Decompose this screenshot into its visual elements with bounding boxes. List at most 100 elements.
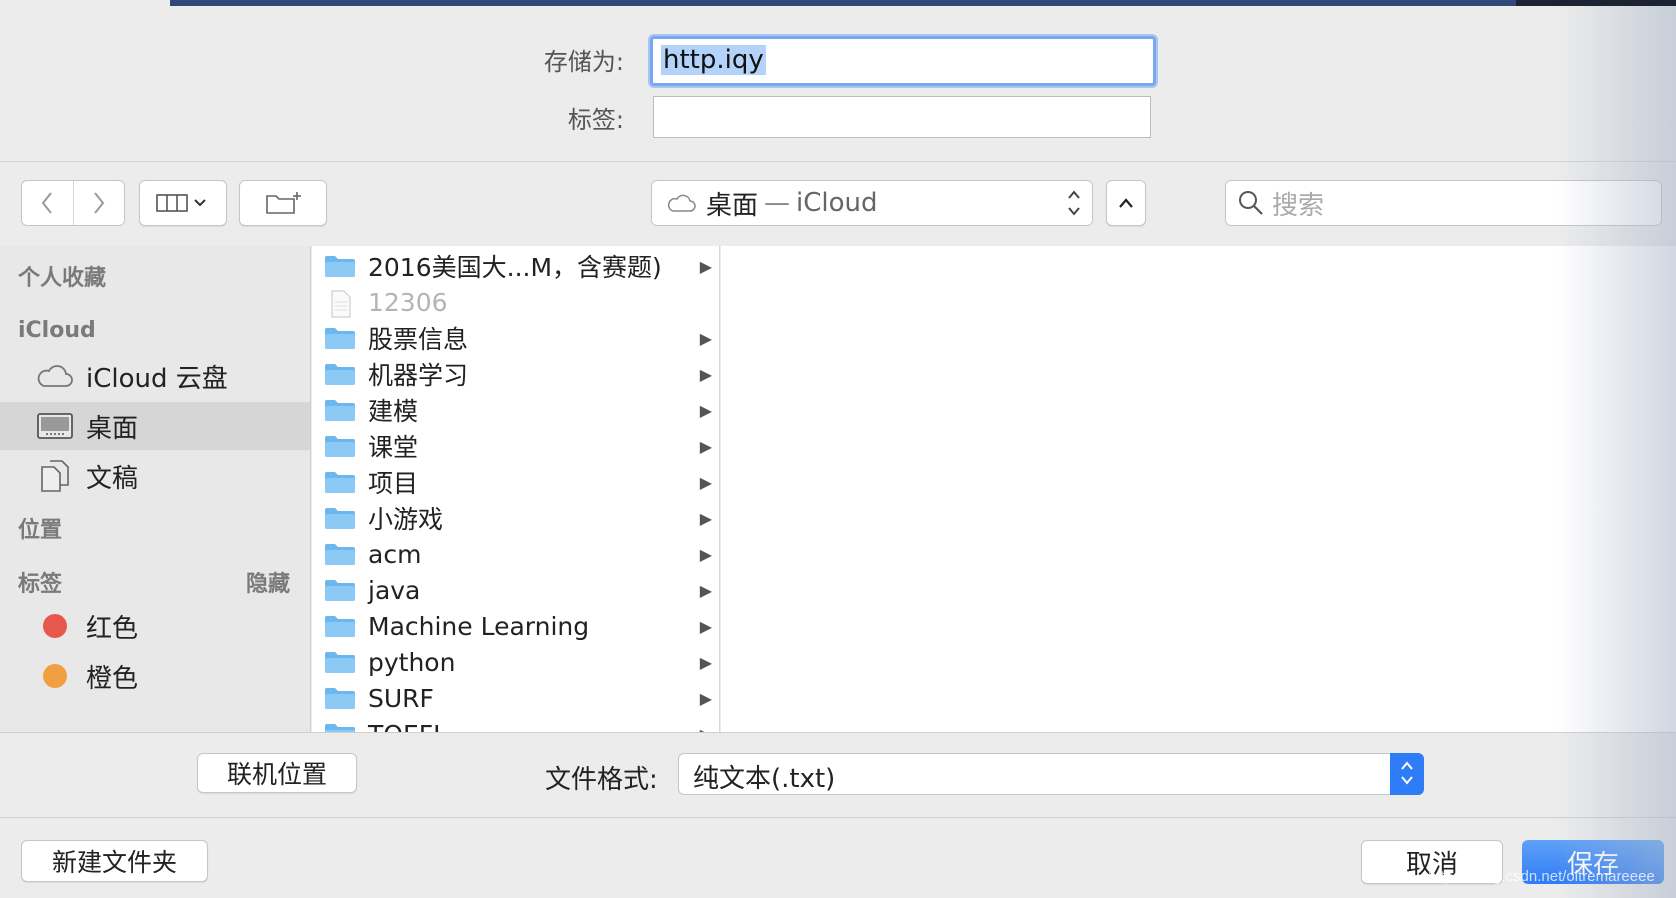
- file-row[interactable]: 股票信息 ▶: [312, 320, 719, 356]
- folder-icon: [324, 254, 356, 278]
- disclosure-arrow-icon: ▶: [699, 580, 712, 600]
- file-row[interactable]: acm ▶: [312, 536, 719, 572]
- file-row[interactable]: TOEFL ▶: [312, 716, 719, 733]
- new-folder-toolbar-button[interactable]: [239, 180, 327, 226]
- folder-icon: [324, 362, 356, 386]
- sidebar-item-label: iCloud 云盘: [86, 363, 228, 394]
- file-row[interactable]: 12306: [312, 284, 719, 320]
- back-button[interactable]: [22, 181, 74, 225]
- location-separator: —: [764, 188, 791, 218]
- folder-icon: [324, 398, 356, 422]
- tags-field[interactable]: [653, 96, 1151, 138]
- file-name: Machine Learning: [368, 611, 590, 641]
- disclosure-arrow-icon: ▶: [700, 725, 712, 733]
- disclosure-arrow-icon: ▶: [699, 508, 712, 528]
- collapse-dialog-button[interactable]: [1106, 180, 1146, 226]
- chevron-right-icon: [93, 192, 105, 214]
- sidebar-item-label: 橙色: [86, 663, 139, 694]
- file-name: 12306: [368, 287, 448, 317]
- file-browser-column: 2016美国大...M，含赛题) ▶ 12306 股票信息 ▶ 机器学习 ▶ 建模 ▶ 课堂 ▶ 项目…: [312, 246, 720, 732]
- tags-label: 标签:: [567, 106, 624, 134]
- file-name: python: [368, 647, 456, 677]
- updown-chevron-icon: [1066, 187, 1082, 222]
- search-field[interactable]: 搜索: [1225, 180, 1662, 226]
- sidebar-section-locations: 位置: [18, 518, 63, 543]
- folder-icon: [324, 614, 356, 638]
- sidebar-item-label: 文稿: [86, 463, 139, 494]
- sidebar-item-tag-red[interactable]: 红色: [0, 602, 310, 650]
- file-name: 股票信息: [368, 325, 469, 354]
- disclosure-arrow-icon: ▶: [699, 328, 712, 348]
- location-service: iCloud: [796, 188, 878, 218]
- folder-icon: [324, 722, 356, 732]
- options-bar: 联机位置 文件格式: 纯文本(.txt): [0, 732, 1676, 818]
- file-name: 小游戏: [368, 505, 444, 534]
- disclosure-arrow-icon: ▶: [699, 616, 712, 636]
- updown-chevron-icon: [1390, 753, 1424, 795]
- disclosure-arrow-icon: ▶: [699, 652, 712, 672]
- save-dialog-header: 存储为: http.iqy 标签:: [0, 6, 1676, 162]
- tag-dot-wrapper: [36, 661, 74, 691]
- navigation-buttons: [21, 180, 125, 226]
- file-name: 项目: [368, 469, 419, 498]
- file-name: 机器学习: [368, 361, 469, 390]
- save-as-field[interactable]: http.iqy: [650, 36, 1156, 86]
- sidebar-item-tag-orange[interactable]: 橙色: [0, 652, 310, 700]
- location-name: 桌面: [706, 190, 759, 221]
- disclosure-arrow-icon: ▶: [699, 544, 712, 564]
- file-row[interactable]: 2016美国大...M，含赛题) ▶: [312, 248, 719, 284]
- file-row[interactable]: 建模 ▶: [312, 392, 719, 428]
- search-placeholder: 搜索: [1272, 190, 1325, 221]
- folder-icon: [324, 506, 356, 530]
- chevron-up-icon: [1119, 198, 1133, 208]
- sidebar-section-icloud: iCloud: [18, 318, 96, 343]
- folder-icon: [324, 650, 356, 674]
- disclosure-arrow-icon: ▶: [699, 364, 712, 384]
- desktop-icon: [36, 411, 74, 441]
- sidebar-item-label: 桌面: [86, 413, 139, 444]
- file-row[interactable]: java ▶: [312, 572, 719, 608]
- file-row[interactable]: Machine Learning ▶: [312, 608, 719, 644]
- online-locations-button[interactable]: 联机位置: [197, 753, 357, 793]
- forward-button[interactable]: [74, 181, 125, 225]
- file-row[interactable]: 小游戏 ▶: [312, 500, 719, 536]
- file-row[interactable]: SURF ▶: [312, 680, 719, 716]
- tag-dot-wrapper: [36, 611, 74, 641]
- view-mode-button[interactable]: [139, 180, 227, 226]
- sidebar-section-tags: 标签: [18, 572, 63, 597]
- file-name: 2016美国大...M，含赛题): [368, 253, 662, 282]
- folder-icon: [324, 686, 356, 710]
- sidebar-section-favorites: 个人收藏: [18, 266, 107, 291]
- chevron-left-icon: [41, 192, 53, 214]
- file-name: SURF: [368, 683, 434, 713]
- new-folder-button[interactable]: 新建文件夹: [21, 840, 208, 882]
- cloud-icon: [36, 361, 74, 391]
- disclosure-arrow-icon: ▶: [699, 400, 712, 420]
- folder-icon: [324, 326, 356, 350]
- folder-icon: [324, 542, 356, 566]
- sidebar-item-desktop[interactable]: 桌面: [0, 402, 310, 450]
- file-row[interactable]: 课堂 ▶: [312, 428, 719, 464]
- file-name: java: [368, 575, 421, 605]
- column-view-icon: [156, 194, 206, 212]
- file-row[interactable]: 机器学习 ▶: [312, 356, 719, 392]
- file-row[interactable]: 项目 ▶: [312, 464, 719, 500]
- disclosure-arrow-icon: ▶: [699, 472, 712, 492]
- sidebar-item-icloud-drive[interactable]: iCloud 云盘: [0, 352, 310, 400]
- folder-icon: [324, 578, 356, 602]
- location-popup[interactable]: 桌面 — iCloud: [651, 180, 1093, 226]
- preview-column: [721, 246, 1676, 732]
- format-value: 纯文本(.txt): [693, 764, 836, 794]
- sidebar-item-documents[interactable]: 文稿: [0, 452, 310, 500]
- red-tag-icon: [43, 614, 67, 638]
- sidebar-tags-hide-toggle[interactable]: 隐藏: [246, 566, 290, 598]
- disclosure-arrow-icon: ▶: [699, 256, 712, 276]
- file-row[interactable]: python ▶: [312, 644, 719, 680]
- format-label: 文件格式:: [545, 765, 658, 795]
- disclosure-arrow-icon: ▶: [699, 688, 712, 708]
- save-as-value: http.iqy: [661, 45, 766, 75]
- file-name: 建模: [368, 397, 419, 426]
- format-select[interactable]: 纯文本(.txt): [678, 753, 1424, 795]
- file-name: acm: [368, 539, 422, 569]
- folder-icon: [324, 434, 356, 458]
